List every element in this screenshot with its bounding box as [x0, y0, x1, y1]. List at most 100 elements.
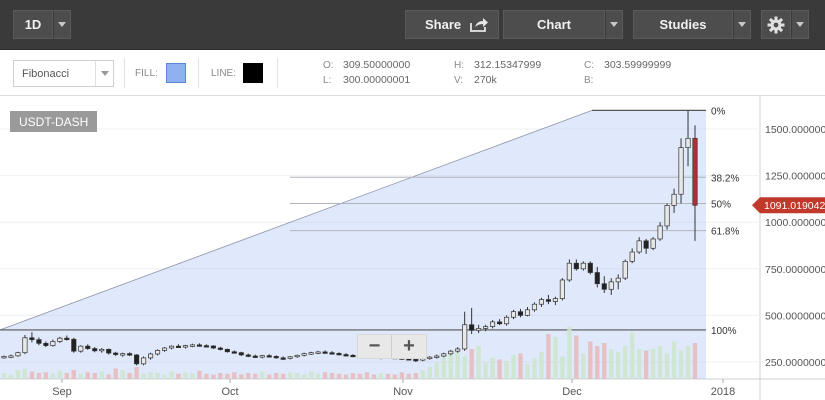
- volume-value: 270k: [474, 74, 497, 86]
- price-chart[interactable]: 1500.0000000 1250.0000000 1000.0000000 750.…: [0, 96, 825, 400]
- volume-bar: [441, 356, 446, 379]
- studies-label: Studies: [659, 17, 707, 32]
- fib-level-label: 61.8%: [711, 227, 739, 238]
- volume-bar: [169, 371, 174, 379]
- fib-fill-area: [0, 110, 706, 380]
- volume-bar: [420, 370, 425, 379]
- candle-body: [552, 298, 558, 302]
- candle-body: [106, 348, 112, 354]
- y-tick-label: 750.0000000: [765, 264, 825, 276]
- candle-body: [280, 357, 286, 360]
- volume-bar: [434, 362, 439, 379]
- volume-bar: [539, 352, 544, 379]
- volume-bar: [239, 374, 244, 379]
- candle-body: [580, 262, 586, 270]
- volume-bar: [650, 349, 656, 379]
- volume-bar: [253, 373, 258, 379]
- candle-body: [203, 345, 209, 348]
- candle-body: [490, 321, 496, 327]
- current-price-label: 1091.0190420: [764, 200, 825, 212]
- volume-bar: [636, 349, 642, 379]
- volume-bar: [287, 372, 293, 379]
- fib-level-label: 100%: [711, 326, 737, 337]
- open-value: 309.50000000: [343, 59, 411, 71]
- volume-bar: [616, 352, 621, 379]
- volume-bar: [308, 371, 314, 379]
- candle-body: [538, 299, 544, 305]
- studies-button[interactable]: Studies: [633, 10, 733, 39]
- volume-bar: [57, 370, 63, 379]
- candle-body: [1, 356, 7, 359]
- symbol-label: USDT-DASH: [10, 111, 98, 132]
- volume-label: V:: [454, 75, 464, 86]
- candle-body: [315, 351, 321, 354]
- candle-body: [78, 345, 84, 352]
- settings-button[interactable]: [761, 10, 791, 39]
- interval-dropdown-caret[interactable]: [53, 10, 71, 39]
- volume-bar: [476, 346, 481, 379]
- settings-dropdown-caret[interactable]: [791, 10, 809, 39]
- volume-bar: [623, 346, 628, 379]
- candle-body: [587, 262, 593, 273]
- interval-button[interactable]: 1D: [13, 10, 53, 39]
- x-tick-label: Nov: [393, 386, 413, 398]
- volume-bar: [50, 373, 56, 379]
- chevron-down-icon: [58, 22, 66, 27]
- volume-bar: [176, 373, 181, 379]
- volume-bar: [155, 373, 160, 379]
- volume-bar: [106, 374, 111, 379]
- volume-bar: [92, 373, 97, 379]
- fill-color-swatch[interactable]: [166, 63, 186, 83]
- charting-app: 1D Share Chart Studies Fibonacci FILL: L…: [0, 0, 825, 400]
- candle-body: [629, 251, 635, 262]
- chart-type-dropdown-caret[interactable]: [605, 10, 623, 39]
- candle-body: [469, 324, 475, 331]
- zoom-controls: − +: [357, 334, 427, 359]
- volume-bar: [36, 373, 42, 379]
- studies-dropdown-caret[interactable]: [733, 10, 751, 39]
- volume-bar: [560, 356, 565, 379]
- candle-body: [36, 339, 42, 344]
- candle-body: [350, 354, 356, 358]
- candle-body: [155, 350, 161, 355]
- candle-body: [497, 321, 503, 325]
- line-color-swatch[interactable]: [243, 63, 263, 83]
- volume-bar: [392, 374, 398, 379]
- volume-bar: [294, 373, 300, 379]
- share-button[interactable]: Share: [405, 10, 499, 39]
- chevron-down-icon: [610, 22, 618, 27]
- fib-level-label: 50%: [711, 200, 731, 211]
- interval-label: 1D: [24, 17, 42, 32]
- volume-bar: [218, 373, 223, 379]
- candle-body: [64, 337, 70, 340]
- volume-bar: [546, 334, 551, 379]
- volume-bar: [22, 368, 28, 379]
- chevron-down-icon: [796, 22, 804, 27]
- zoom-out-button[interactable]: −: [358, 335, 393, 358]
- drawing-tool-select[interactable]: Fibonacci: [13, 60, 114, 87]
- candle-body: [43, 343, 49, 346]
- y-tick-label: 500.0000000: [765, 310, 825, 322]
- candle-body: [615, 277, 621, 283]
- candle-body: [273, 356, 279, 359]
- chart-type-button[interactable]: Chart: [503, 10, 605, 39]
- candle-body: [50, 341, 56, 346]
- y-tick-label: 1250.0000000: [765, 171, 825, 183]
- candle-body: [427, 356, 433, 360]
- volume-bar: [629, 332, 635, 379]
- zoom-in-button[interactable]: +: [392, 335, 426, 358]
- top-toolbar: 1D Share Chart Studies: [0, 0, 825, 50]
- candle-body: [448, 350, 454, 355]
- volume-bar: [455, 352, 460, 379]
- volume-bar: [378, 373, 384, 379]
- candle-body: [57, 337, 63, 342]
- chevron-down-icon: [738, 22, 746, 27]
- volume-bar: [315, 373, 321, 379]
- candle-body: [71, 338, 77, 352]
- volume-bar: [343, 374, 349, 379]
- volume-bar: [364, 372, 370, 379]
- volume-bar: [15, 370, 21, 379]
- volume-bar: [643, 350, 649, 379]
- share-label: Share: [425, 17, 462, 32]
- volume-bar: [8, 374, 14, 379]
